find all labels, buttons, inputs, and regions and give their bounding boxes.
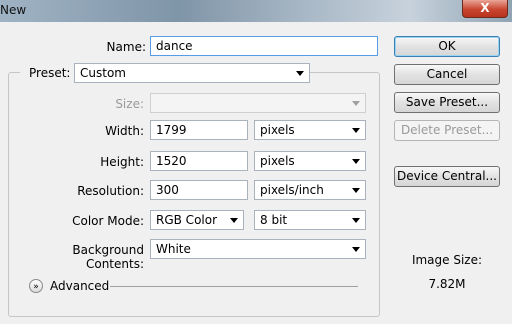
chevron-down-icon [296, 71, 304, 76]
bit-depth-select[interactable]: 8 bit [254, 210, 366, 230]
delete-preset-button: Delete Preset... [394, 120, 500, 141]
resolution-label: Resolution: [77, 184, 144, 198]
height-unit-select[interactable]: pixels [254, 151, 366, 171]
size-select [150, 93, 366, 113]
ok-button[interactable]: OK [394, 36, 500, 57]
width-input[interactable]: 1799 [150, 120, 248, 140]
advanced-divider [110, 286, 358, 287]
width-unit-select[interactable]: pixels [254, 120, 366, 140]
device-central-button[interactable]: Device Central... [394, 166, 500, 187]
preset-value: Custom [80, 66, 126, 80]
chevron-down-icon [230, 218, 238, 223]
width-label: Width: [105, 124, 144, 138]
color-mode-label: Color Mode: [72, 214, 144, 228]
name-label: Name: [106, 40, 146, 54]
close-button[interactable]: X [462, 0, 508, 18]
background-contents-select[interactable]: White [150, 239, 366, 259]
name-input[interactable]: dance [150, 36, 378, 56]
title-bar: New X [0, 0, 512, 22]
advanced-toggle-icon[interactable]: » [29, 279, 43, 293]
color-mode-select[interactable]: RGB Color [150, 210, 244, 230]
advanced-label[interactable]: Advanced [50, 279, 109, 293]
height-label: Height: [100, 155, 144, 169]
cancel-button[interactable]: Cancel [394, 64, 500, 85]
image-size-label: Image Size: [411, 253, 483, 267]
background-contents-label: Background Contents: [72, 243, 144, 271]
resolution-unit-select[interactable]: pixels/inch [254, 180, 366, 200]
chevron-down-icon [352, 159, 360, 164]
size-label: Size: [115, 97, 144, 111]
window-title: New [0, 3, 27, 17]
resolution-input[interactable]: 300 [150, 180, 248, 200]
image-size-value: 7.82M [428, 277, 466, 291]
height-input[interactable]: 1520 [150, 151, 248, 171]
save-preset-button[interactable]: Save Preset... [394, 92, 500, 113]
preset-label: Preset: [29, 66, 71, 80]
chevron-down-icon [352, 218, 360, 223]
preset-select[interactable]: Custom [74, 63, 310, 83]
chevron-down-icon [352, 128, 360, 133]
chevron-down-icon [352, 101, 360, 106]
chevron-down-icon [352, 247, 360, 252]
chevron-down-icon [352, 188, 360, 193]
